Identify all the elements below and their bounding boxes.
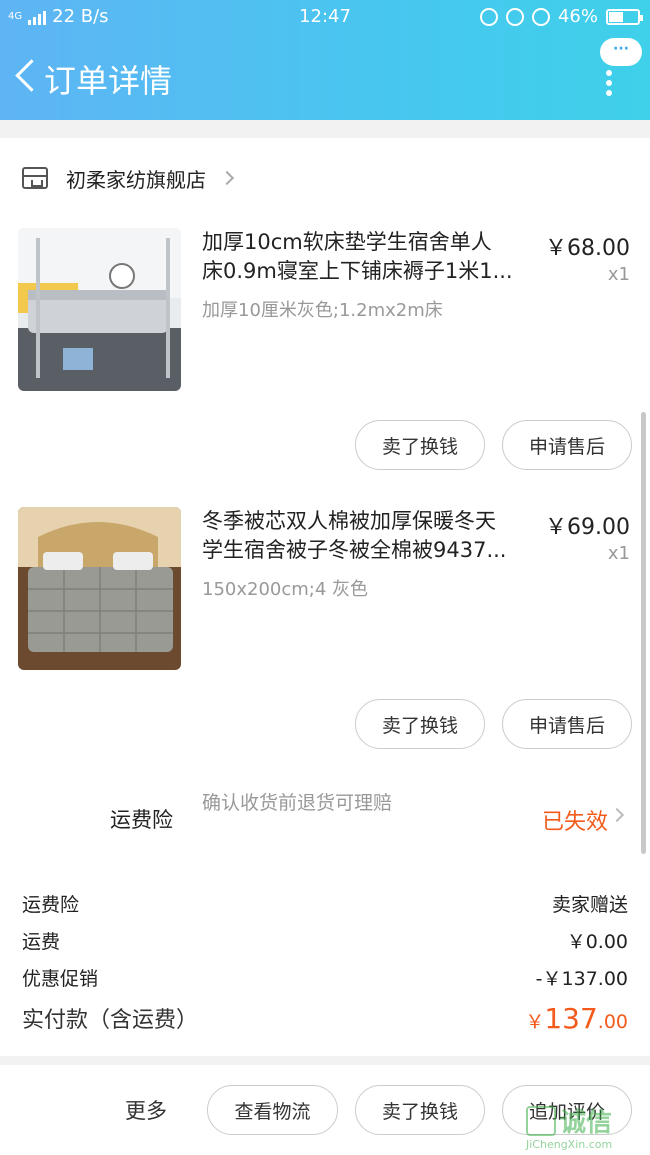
product-image[interactable] <box>18 228 181 391</box>
view-logistics-button[interactable]: 查看物流 <box>207 1085 338 1135</box>
sell-button[interactable]: 卖了换钱 <box>355 1085 485 1135</box>
product-variant: 加厚10厘米灰色;1.2mx2m床 <box>202 300 443 321</box>
more-dots-icon[interactable] <box>606 70 612 96</box>
lock-rotation-icon <box>505 7 524 26</box>
product-quantity: x1 <box>607 264 630 285</box>
chevron-right-icon <box>609 807 625 823</box>
vibrate-icon <box>479 7 498 26</box>
total-decimal: .00 <box>597 1011 628 1033</box>
total-label: 实付款（含运费） <box>22 1008 199 1033</box>
product-quantity: x1 <box>607 543 630 564</box>
insurance-label: 运费险 <box>110 808 173 832</box>
product-name-line: 床0.9m寝室上下铺床褥子1米1... <box>202 259 513 283</box>
summary-row: 优惠促销 -￥137.00 <box>22 964 628 991</box>
shop-row[interactable]: 初柔家纺旗舰店 <box>22 162 235 194</box>
order-item[interactable]: 冬季被芯双人棉被加厚保暖冬天 学生宿舍被子冬被全棉被9437... ￥69.00… <box>0 507 650 749</box>
shipping-insurance-row[interactable]: 运费险 确认收货前退货可理赔 已失效 <box>0 778 650 848</box>
chevron-right-icon <box>219 170 235 186</box>
battery-level <box>609 11 623 22</box>
summary-value: 卖家赠送 <box>551 894 628 916</box>
product-variant: 150x200cm;4 灰色 <box>202 579 369 600</box>
more-menu-button[interactable]: ··· <box>596 38 642 104</box>
product-price: ￥68.00 <box>545 236 630 261</box>
battery-icon <box>606 8 643 25</box>
product-image[interactable] <box>18 507 181 670</box>
order-card: 初柔家纺旗舰店 加厚10cm软床垫学生宿舍单人 床0.9m寝室上下铺床褥子1米1… <box>0 138 650 1056</box>
total-amount: 137 <box>544 1002 598 1035</box>
summary-label: 运费 <box>22 931 61 953</box>
scrollbar[interactable] <box>641 412 646 854</box>
order-item[interactable]: 加厚10cm软床垫学生宿舍单人 床0.9m寝室上下铺床褥子1米1... ￥68.… <box>0 228 650 470</box>
watermark-url: JiChengXin.com <box>526 1138 613 1151</box>
message-bubble-icon[interactable]: ··· <box>600 38 642 66</box>
product-price: ￥69.00 <box>545 515 630 540</box>
total-row: 实付款（含运费） ￥137.00 <box>22 1002 628 1035</box>
watermark: 诚信 JiChengXin.com <box>524 1100 644 1154</box>
back-icon[interactable] <box>10 54 44 98</box>
summary-value: ￥0.00 <box>566 931 628 953</box>
total-currency: ￥ <box>525 1011 545 1033</box>
app-header: 4G 22 B/s 12:47 46% 订单详情 ··· <box>0 0 650 120</box>
product-name-line: 加厚10cm软床垫学生宿舍单人 <box>202 230 492 254</box>
store-icon <box>22 167 48 189</box>
insurance-description: 确认收货前退货可理赔 <box>202 792 393 814</box>
watermark-logo-icon <box>526 1106 556 1136</box>
status-right: 46% <box>479 6 643 27</box>
nav-bar: 订单详情 ··· <box>0 38 650 110</box>
summary-value: -￥137.00 <box>535 968 628 990</box>
product-name-line: 冬季被芯双人棉被加厚保暖冬天 <box>202 509 496 533</box>
summary-row: 运费险 卖家赠送 <box>22 890 628 917</box>
product-name-line: 学生宿舍被子冬被全棉被9437... <box>202 538 507 562</box>
status-bar: 4G 22 B/s 12:47 46% <box>0 0 650 34</box>
aftersale-button[interactable]: 申请售后 <box>502 699 632 749</box>
battery-percent: 46% <box>557 6 598 27</box>
product-name[interactable]: 冬季被芯双人棉被加厚保暖冬天 学生宿舍被子冬被全棉被9437... <box>202 507 542 565</box>
sell-button[interactable]: 卖了换钱 <box>355 699 485 749</box>
summary-label: 优惠促销 <box>22 968 99 990</box>
shop-name: 初柔家纺旗舰店 <box>66 167 206 192</box>
total-value: ￥137.00 <box>525 1002 628 1035</box>
summary-row: 运费 ￥0.00 <box>22 927 628 954</box>
insurance-status: 已失效 <box>541 810 608 835</box>
more-button[interactable]: 更多 <box>125 1095 167 1125</box>
alarm-icon <box>531 7 550 26</box>
summary-label: 运费险 <box>22 894 80 916</box>
page-title: 订单详情 <box>44 62 173 100</box>
product-name[interactable]: 加厚10cm软床垫学生宿舍单人 床0.9m寝室上下铺床褥子1米1... <box>202 228 542 286</box>
watermark-text: 诚信 <box>560 1108 613 1138</box>
sell-button[interactable]: 卖了换钱 <box>355 420 485 470</box>
aftersale-button[interactable]: 申请售后 <box>502 420 632 470</box>
